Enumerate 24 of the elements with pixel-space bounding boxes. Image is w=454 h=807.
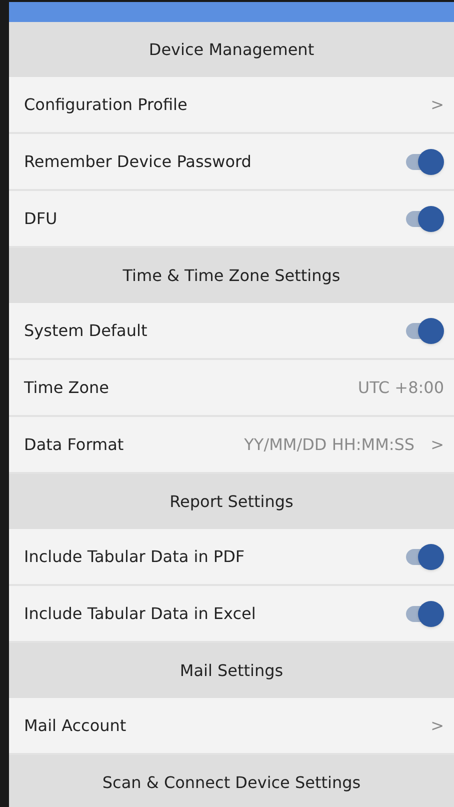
toggle-switch[interactable] <box>404 318 444 344</box>
setting-label: Configuration Profile <box>24 94 188 116</box>
chevron: > <box>430 94 444 116</box>
setting-label: System Default <box>24 320 148 342</box>
setting-value: YY/MM/DD HH:MM:SS <box>244 434 415 456</box>
section-title: Scan & Connect Device Settings <box>102 772 361 794</box>
toggle-switch[interactable] <box>404 600 444 626</box>
section-title: Report Settings <box>170 490 294 512</box>
chevron: > <box>430 714 444 736</box>
toggle-switch[interactable] <box>404 544 444 570</box>
setting-label: Remember Device Password <box>24 150 252 172</box>
setting-label: Data Format <box>24 434 124 456</box>
setting-label: Time Zone <box>24 376 109 398</box>
setting-label: DFU <box>24 208 58 230</box>
setting-label: Mail Account <box>24 714 126 736</box>
setting-label: Include Tabular Data in PDF <box>24 546 245 568</box>
setting-value: UTC +8:00 <box>358 376 444 398</box>
toggle-switch[interactable] <box>404 206 444 232</box>
section-title: Time & Time Zone Settings <box>122 264 340 286</box>
toggle-switch[interactable] <box>404 148 444 174</box>
setting-label: Include Tabular Data in Excel <box>24 602 256 624</box>
chevron: > <box>430 434 444 456</box>
section-title: Mail Settings <box>180 660 284 682</box>
section-title: Device Management <box>148 38 314 60</box>
